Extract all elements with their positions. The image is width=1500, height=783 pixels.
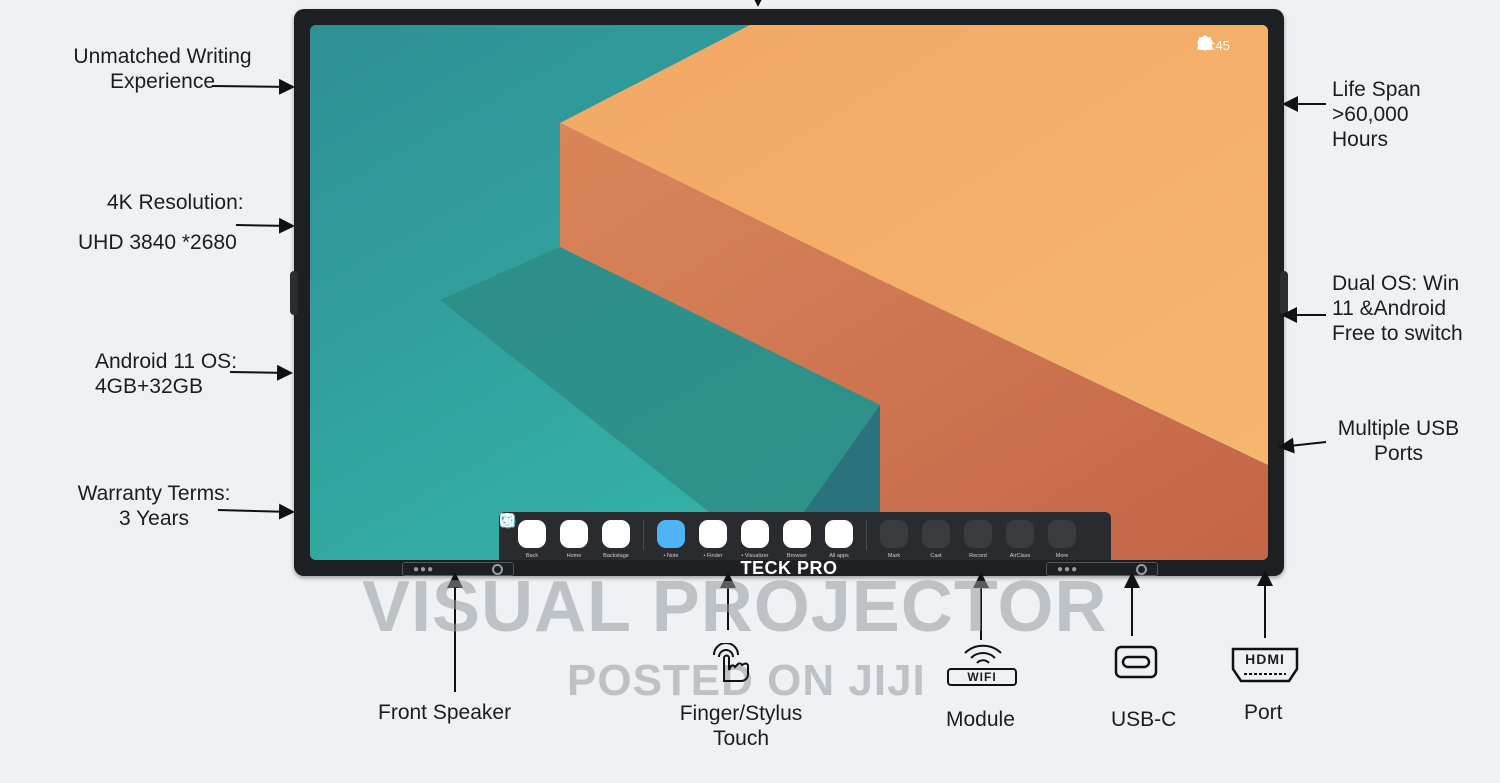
dock-item-backstage[interactable]: Backstage	[501, 515, 637, 559]
label-front-speaker: Front Speaker	[378, 701, 512, 724]
backstage-icon	[501, 515, 630, 548]
wifi-icon[interactable]	[1197, 35, 1213, 51]
touch-hand-icon	[713, 643, 749, 682]
label-warranty: Warranty Terms: 3 Years	[77, 482, 231, 530]
dock-item-all-apps[interactable]: All apps	[501, 514, 860, 559]
hdmi-text: HDMI	[1245, 651, 1285, 667]
dock-item-visualizer[interactable]: • Visualizer	[501, 514, 776, 559]
record-icon	[500, 515, 992, 548]
label-module: Module	[946, 708, 1015, 731]
dock-item-more[interactable]: More	[499, 512, 1083, 559]
label-touch: Finger/Stylus Touch	[679, 702, 803, 750]
dock-separator	[643, 520, 644, 550]
more-icon	[499, 512, 1076, 548]
arrow-android	[229, 364, 293, 381]
left-side-handle[interactable]	[290, 271, 298, 315]
dock-item-home[interactable]: Home	[501, 514, 595, 559]
arrow-usb-ports	[1278, 437, 1327, 454]
right-side-handle[interactable]	[1280, 271, 1288, 315]
cast-icon	[500, 514, 950, 548]
dock-item-finder[interactable]: • Finder	[501, 515, 734, 559]
finder-app-icon	[501, 515, 727, 548]
note-app-icon	[501, 515, 685, 548]
dock-item-mark[interactable]: Mark	[501, 513, 915, 559]
interactive-panel: 16:45 Back Home Backstage • Note • Finde…	[290, 9, 1288, 578]
label-port: Port	[1244, 701, 1283, 724]
dock-item-record[interactable]: Record	[500, 515, 999, 559]
dock-item-back[interactable]: Back	[499, 515, 553, 559]
dock-item-note[interactable]: • Note	[501, 515, 692, 559]
label-usb-c: USB-C	[1111, 708, 1177, 731]
visualizer-app-icon	[501, 514, 769, 548]
dock-item-airclass[interactable]: AirClass	[500, 513, 1041, 559]
label-dual-os: Dual OS: Win 11 &Android Free to switch	[1332, 272, 1463, 345]
label-usb-ports: Multiple USB Ports	[1337, 417, 1460, 465]
wifi-module-icon: WIFI	[945, 643, 1021, 689]
dock-item-browser[interactable]: Browser	[500, 513, 818, 559]
taskbar-dock: Back Home Backstage • Note • Finder • Vi…	[499, 512, 1111, 560]
dock-separator	[866, 520, 867, 550]
wallpaper	[310, 25, 1268, 560]
airclass-icon	[500, 513, 1034, 548]
arrow-resolution	[235, 217, 295, 234]
label-resolution-value: UHD 3840 *2680	[78, 231, 237, 254]
watermark-main: VISUAL PROJECTOR	[362, 567, 1108, 647]
back-icon	[499, 515, 546, 548]
mark-icon	[501, 513, 908, 548]
usb-c-icon	[1114, 645, 1158, 679]
status-bar: 16:45	[1197, 35, 1240, 55]
browser-app-icon	[500, 513, 811, 548]
all-apps-icon	[501, 514, 853, 548]
wifi-badge: WIFI	[947, 668, 1017, 686]
display-screen: 16:45 Back Home Backstage • Note • Finde…	[310, 25, 1268, 560]
label-android-os: Android 11 OS: 4GB+32GB	[95, 350, 238, 398]
home-icon	[501, 514, 588, 548]
dock-item-cast[interactable]: Cast	[500, 514, 957, 559]
label-writing-experience: Unmatched Writing Experience	[73, 45, 252, 93]
hdmi-port-icon: HDMI	[1230, 646, 1300, 684]
label-life-span: Life Span >60,000 Hours	[1332, 78, 1421, 151]
label-resolution-title: 4K Resolution:	[107, 191, 244, 214]
